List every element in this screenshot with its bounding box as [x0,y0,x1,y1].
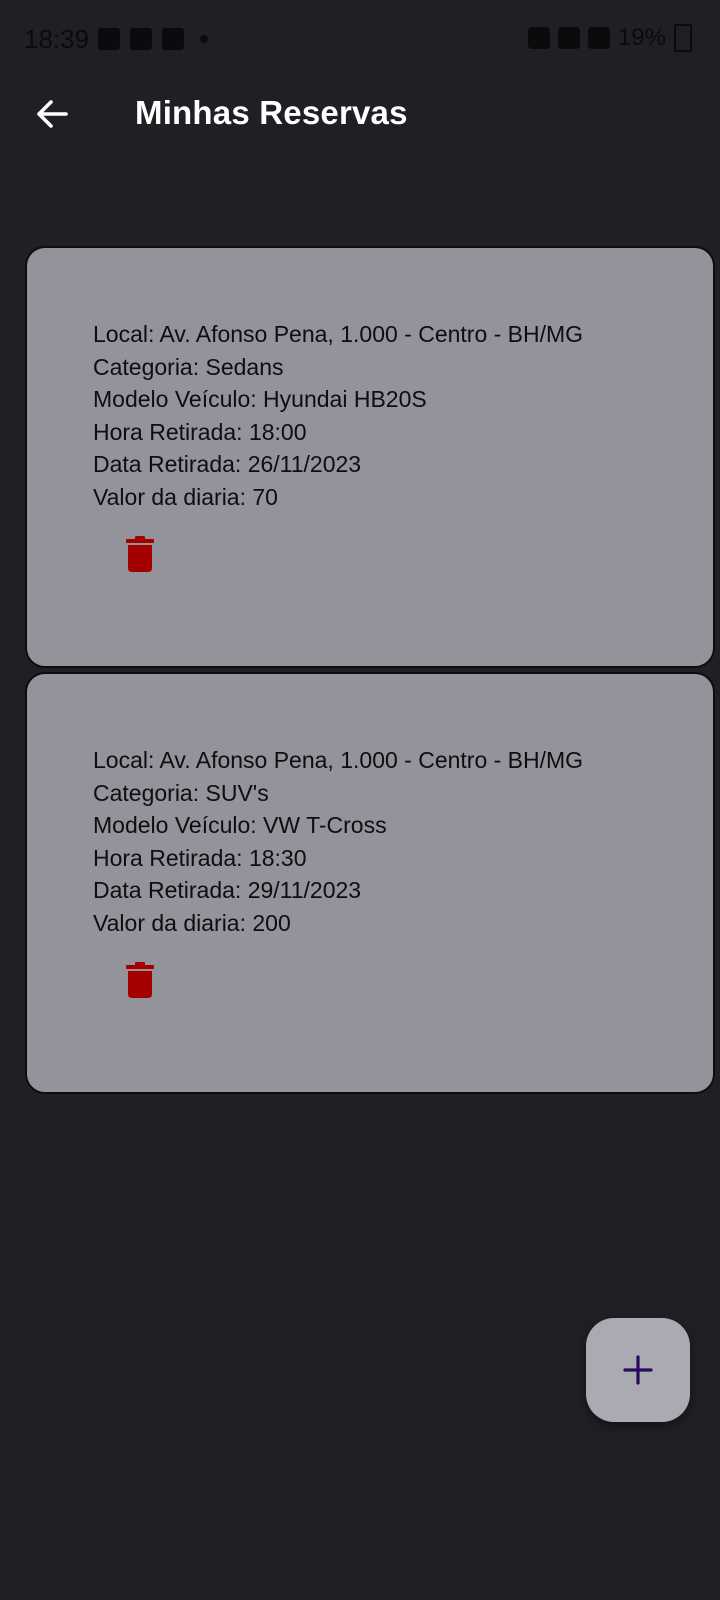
reservation-modelo: Modelo Veículo: VW T-Cross [93,812,387,838]
status-bar: 18:39 19% [0,0,720,80]
reservation-modelo: Modelo Veículo: Hyundai HB20S [93,386,427,412]
reservation-list: Local: Av. Afonso Pena, 1.000 - Centro -… [25,246,717,1098]
reservation-hora: Hora Retirada: 18:30 [93,844,307,871]
reservation-data: Data Retirada: 29/11/2023 [93,877,362,903]
delete-reservation-button[interactable] [125,962,155,998]
more-notifications-icon [200,35,208,43]
reservation-valor: Valor da diaria: 200 [93,909,291,936]
signal-icon [587,27,610,49]
app-bar: Minhas Reservas [0,80,720,144]
wifi-icon [557,27,580,49]
delete-reservation-button[interactable] [125,536,155,572]
reservation-card: Local: Av. Afonso Pena, 1.000 - Centro -… [25,246,715,668]
reservation-data: Data Retirada: 26/11/2023 [93,451,362,477]
back-button[interactable] [28,90,76,138]
app-icon [162,28,184,50]
battery-icon [674,24,692,52]
notification-icons [98,28,208,50]
reservation-categoria: Categoria: SUV's [93,779,269,806]
reservation-details: Local: Av. Afonso Pena, 1.000 - Centro -… [93,318,583,513]
screen: 18:39 19% Minhas Reservas Local: Av. Afo [0,0,720,1600]
page-title: Minhas Reservas [135,94,408,131]
reservation-categoria: Categoria: Sedans [93,353,284,380]
arrow-left-icon [37,100,68,128]
message-icon [130,28,152,50]
reservation-details: Local: Av. Afonso Pena, 1.000 - Centro -… [93,744,583,939]
add-reservation-button[interactable] [586,1318,690,1422]
system-icons: 19% [527,24,692,52]
trash-icon [126,962,154,998]
status-time: 18:39 [24,24,90,54]
alarm-icon [527,27,550,49]
reservation-card: Local: Av. Afonso Pena, 1.000 - Centro -… [25,672,715,1094]
reservation-local: Local: Av. Afonso Pena, 1.000 - Centro -… [93,747,584,773]
battery-level: 19% [617,24,666,51]
trash-icon [126,536,154,572]
gallery-icon [98,28,120,50]
reservation-hora: Hora Retirada: 18:00 [93,418,307,445]
reservation-local: Local: Av. Afonso Pena, 1.000 - Centro -… [93,321,584,347]
plus-icon [623,1355,653,1385]
reservation-valor: Valor da diaria: 70 [93,483,278,510]
